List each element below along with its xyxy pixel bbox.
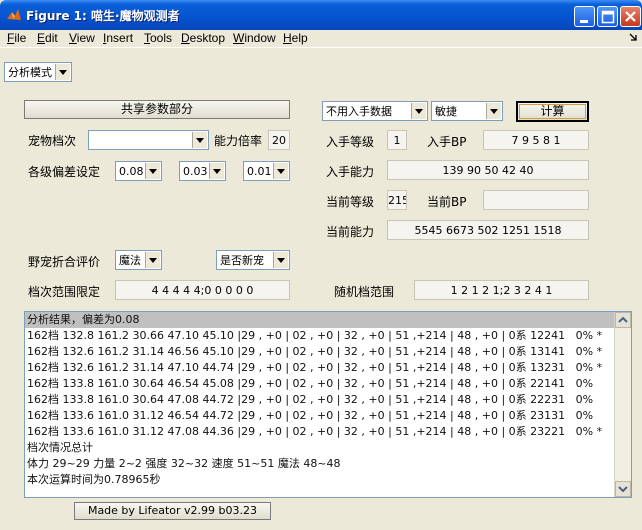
order-select[interactable]: 敏捷 (431, 101, 503, 121)
source-select[interactable]: 不用入手数据 (322, 101, 428, 121)
maximize-icon (601, 10, 615, 24)
menu-view[interactable]: View (69, 31, 95, 45)
deviation-3-select[interactable]: 0.01 (243, 161, 290, 181)
close-button[interactable] (620, 6, 641, 27)
calculate-button[interactable]: 计算 (516, 101, 589, 122)
chevron-down-icon (145, 252, 160, 268)
chevron-down-icon (192, 132, 207, 148)
cur-bp-label: 当前BP (427, 195, 467, 209)
mode-select-value: 分析模式 (8, 66, 52, 79)
acq-bp-label: 入手BP (427, 135, 467, 149)
cur-ability-label: 当前能力 (326, 225, 375, 239)
random-tier-input[interactable]: 1 2 1 2 1;2 3 2 4 1 (414, 280, 589, 300)
menu-edit[interactable]: Edit (37, 31, 58, 45)
deviation-1-select[interactable]: 0.08 (115, 161, 162, 181)
results-listbox[interactable]: 分析结果，偏差为0.08 162档 132.8 161.2 30.66 47.1… (24, 311, 632, 498)
pet-tier-select[interactable] (88, 130, 209, 150)
deviation-2-value: 0.03 (183, 165, 208, 178)
menu-file[interactable]: File (7, 31, 26, 45)
acq-ability-input[interactable]: 139 90 50 42 40 (387, 160, 589, 180)
ratio-input[interactable]: 20 (268, 130, 290, 150)
new-pet-select[interactable]: 是否新宠 (216, 250, 290, 270)
result-row[interactable]: 162档 133.6 161.0 31.12 46.54 44.72 |29 ,… (25, 408, 616, 424)
chevron-down-icon (145, 163, 160, 179)
close-icon (625, 11, 636, 22)
chevron-down-icon (273, 163, 288, 179)
result-row[interactable]: 162档 133.8 161.0 30.64 46.54 45.08 |29 ,… (25, 376, 616, 392)
cur-level-input[interactable]: 215 (387, 190, 407, 210)
minimize-icon (580, 20, 588, 23)
results-list: 分析结果，偏差为0.08 162档 132.8 161.2 30.66 47.1… (25, 312, 616, 497)
results-scrollbar[interactable] (614, 312, 631, 497)
cur-level-label: 当前等级 (326, 195, 375, 209)
cur-bp-input[interactable] (483, 190, 589, 210)
chevron-down-icon (55, 64, 70, 80)
credits-button[interactable]: Made by Lifeator v2.99 b03.23 (74, 502, 271, 520)
window-title: Figure 1: 喵生·魔物观测者 (26, 9, 180, 23)
order-select-value: 敏捷 (435, 105, 457, 118)
dock-arrow-icon[interactable] (628, 32, 638, 47)
scroll-down-button[interactable] (615, 481, 631, 497)
deviation-2-select[interactable]: 0.03 (179, 161, 226, 181)
deviation-3-value: 0.01 (247, 165, 272, 178)
summary-ranges[interactable]: 体力 29~29 力量 2~2 强度 32~32 速度 51~51 魔法 48~… (25, 456, 616, 472)
result-row[interactable]: 162档 132.6 161.2 31.14 47.10 44.74 |29 ,… (25, 360, 616, 376)
new-pet-value: 是否新宠 (220, 254, 264, 267)
acq-bp-input[interactable]: 7 9 5 8 1 (483, 130, 589, 150)
result-row[interactable]: 162档 132.6 161.2 31.14 46.56 45.10 |29 ,… (25, 344, 616, 360)
chevron-down-icon (618, 486, 628, 493)
matlab-logo-icon (6, 7, 22, 23)
menu-desktop[interactable]: Desktop (181, 31, 225, 45)
deviation-1-value: 0.08 (119, 165, 144, 178)
acq-level-label: 入手等级 (326, 135, 375, 149)
shared-params-button[interactable]: 共享参数部分 (24, 100, 290, 119)
menu-insert[interactable]: Insert (103, 31, 133, 45)
runtime-text[interactable]: 本次运算时间为0.78965秒 (25, 472, 616, 488)
scroll-up-button[interactable] (615, 312, 631, 328)
mode-select[interactable]: 分析模式 (4, 62, 72, 82)
menu-bar: File Edit View Insert Tools Desktop Wind… (0, 30, 642, 48)
result-row[interactable]: 162档 133.8 161.0 30.64 47.08 44.72 |29 ,… (25, 392, 616, 408)
chevron-down-icon (411, 103, 426, 119)
tier-limit-input[interactable]: 4 4 4 4 4;0 0 0 0 0 (115, 280, 290, 300)
maximize-button[interactable] (597, 6, 618, 27)
menu-tools[interactable]: Tools (144, 31, 172, 45)
result-row[interactable]: 162档 133.6 161.0 31.12 47.08 44.36 |29 ,… (25, 424, 616, 440)
cur-ability-input[interactable]: 5545 6673 502 1251 1518 (387, 220, 589, 240)
random-tier-label: 随机档范围 (334, 285, 395, 299)
menu-help[interactable]: Help (283, 31, 308, 45)
chevron-down-icon (486, 103, 501, 119)
chevron-down-icon (273, 252, 288, 268)
acq-ability-label: 入手能力 (326, 165, 375, 179)
tier-limit-label: 档次范围限定 (28, 285, 101, 299)
result-header[interactable]: 分析结果，偏差为0.08 (25, 312, 616, 328)
wild-eval-label: 野宠折合评价 (28, 255, 101, 269)
result-row[interactable]: 162档 132.8 161.2 30.66 47.10 45.10 |29 ,… (25, 328, 616, 344)
wild-eval-select[interactable]: 魔法 (115, 250, 162, 270)
minimize-button[interactable] (574, 6, 595, 27)
pet-tier-label: 宠物档次 (28, 134, 77, 148)
chevron-down-icon (209, 163, 224, 179)
summary-title[interactable]: 档次情况总计 (25, 440, 616, 456)
menu-window[interactable]: Window (233, 31, 276, 45)
acq-level-input[interactable]: 1 (387, 130, 407, 150)
chevron-up-icon (618, 316, 628, 323)
ratio-label: 能力倍率 (214, 134, 263, 148)
source-select-value: 不用入手数据 (326, 105, 392, 118)
deviation-label: 各级偏差设定 (28, 165, 101, 179)
wild-eval-value: 魔法 (119, 254, 141, 267)
